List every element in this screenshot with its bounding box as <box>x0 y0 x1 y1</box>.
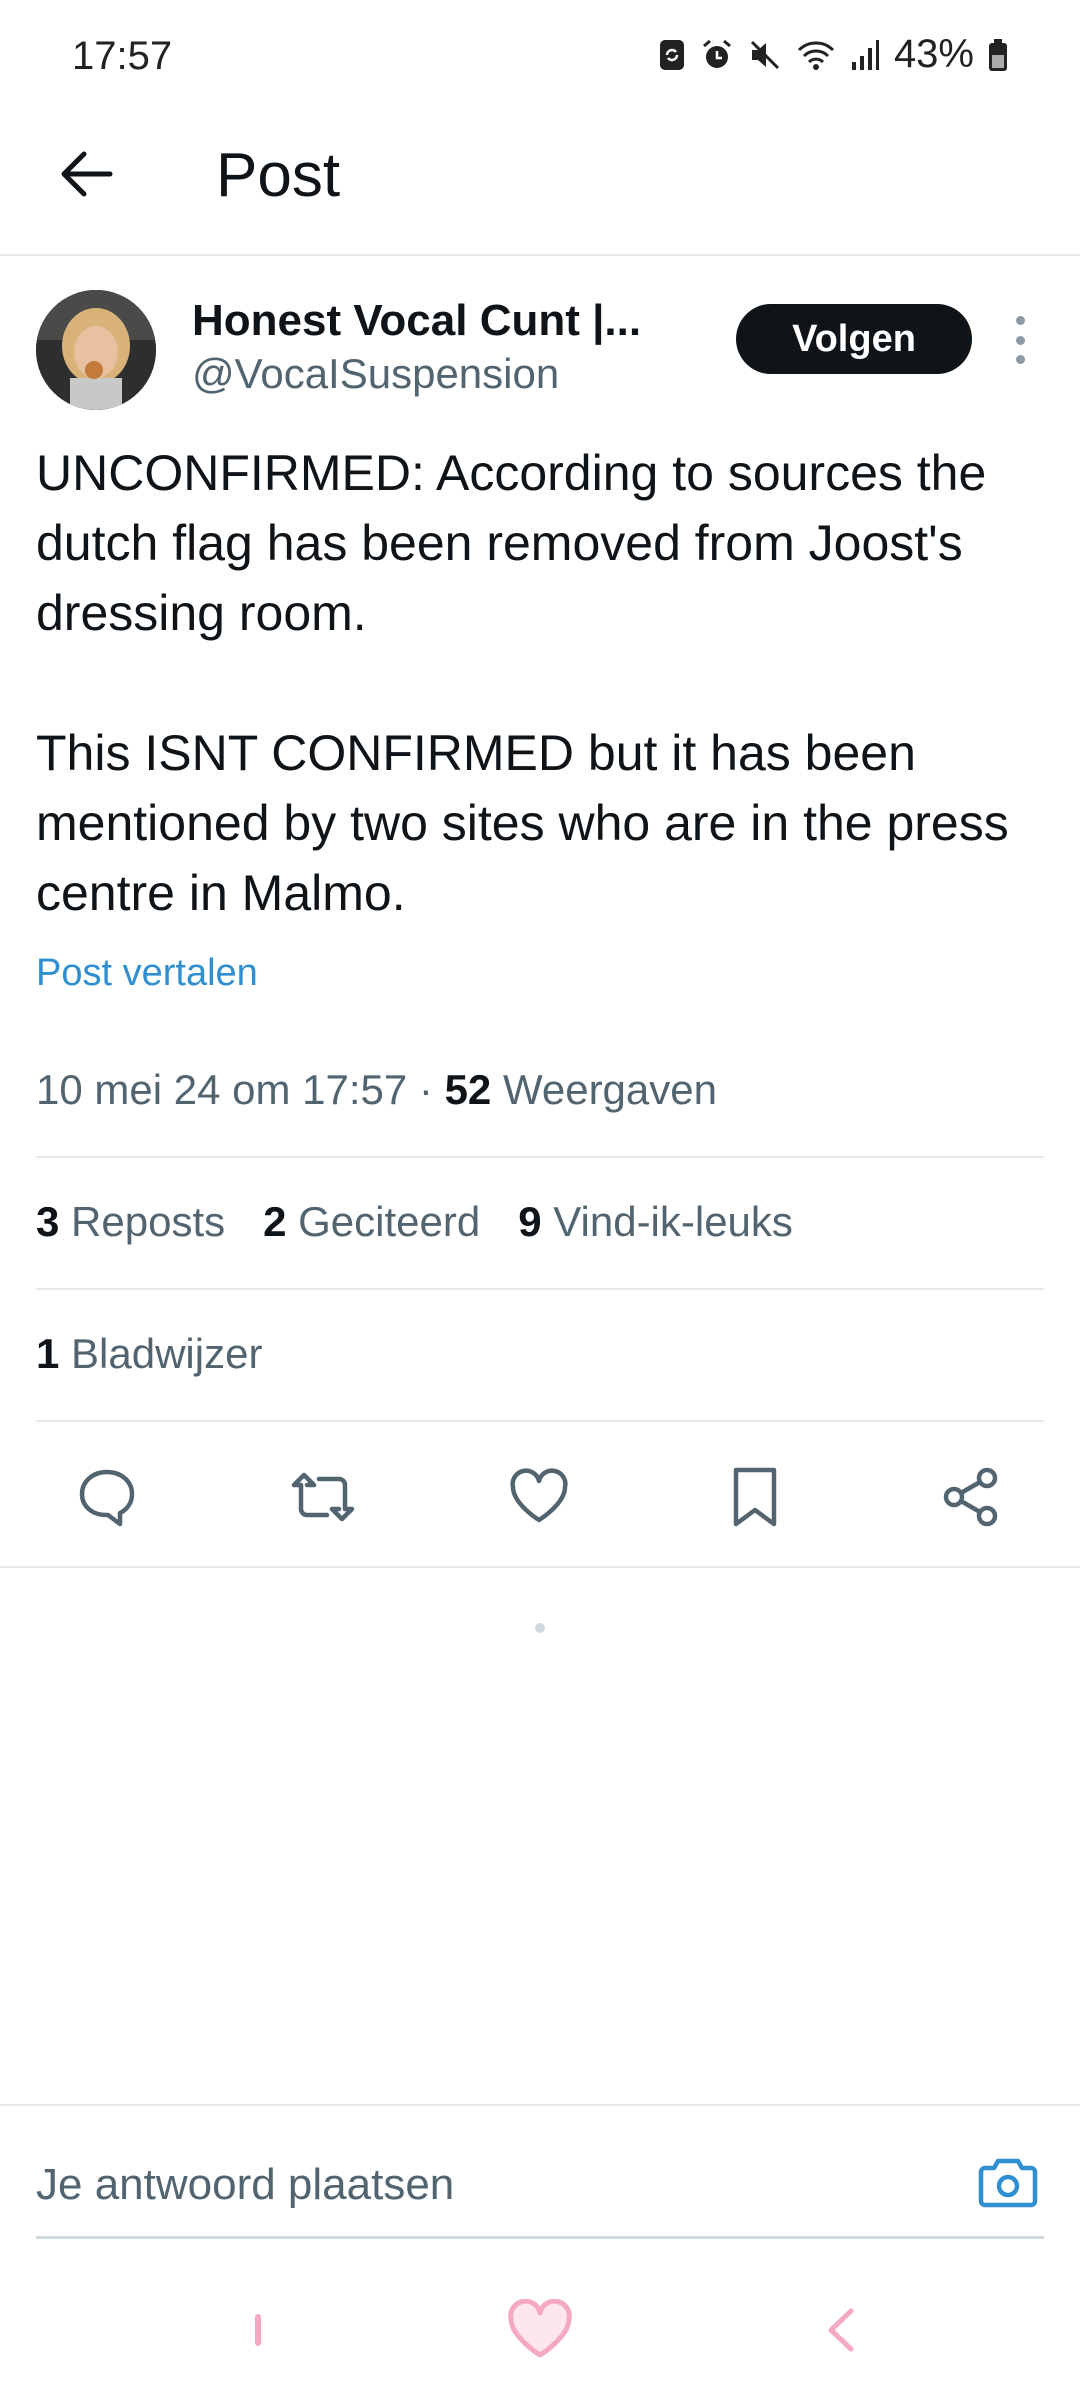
wifi-icon <box>796 38 836 72</box>
status-icons: 43% <box>658 32 1008 77</box>
back-button[interactable] <box>50 138 122 210</box>
quotes-stat[interactable]: 2 Geciteerd <box>263 1198 480 1246</box>
like-icon[interactable] <box>504 1462 574 1532</box>
stats-divider <box>36 1288 1044 1290</box>
reply-underline <box>36 2236 1044 2239</box>
home-button[interactable] <box>500 2290 580 2370</box>
battery-percent: 43% <box>893 32 974 76</box>
translate-post-link[interactable]: Post vertalen <box>36 952 258 995</box>
composer-divider <box>0 2104 1080 2106</box>
recents-button[interactable] <box>228 2300 288 2360</box>
heart-home-icon <box>508 2299 572 2358</box>
engagement-stats: 3 Reposts 2 Geciteerd 9 Vind-ik-leuks <box>36 1198 793 1246</box>
views-label: Weergaven <box>502 1066 717 1113</box>
mute-icon <box>748 38 782 72</box>
arrow-left-icon <box>61 151 113 197</box>
meta-separator: · <box>418 1066 433 1113</box>
repost-icon[interactable] <box>288 1462 358 1532</box>
reply-input[interactable] <box>36 2150 936 2220</box>
signal-icon <box>850 38 880 72</box>
likes-stat[interactable]: 9 Vind-ik-leuks <box>518 1198 793 1246</box>
bookmark-icon[interactable] <box>720 1462 790 1532</box>
reposts-stat[interactable]: 3 Reposts <box>36 1198 225 1246</box>
system-back-button[interactable] <box>810 2300 870 2360</box>
follow-button[interactable]: Volgen <box>736 304 972 374</box>
post-timestamp[interactable]: 10 mei 24 om 17:57 <box>36 1066 407 1113</box>
more-options-icon[interactable] <box>1002 316 1038 364</box>
bookmarks-divider <box>36 1420 1044 1422</box>
action-bar <box>0 1440 1080 1550</box>
share-icon[interactable] <box>936 1462 1006 1532</box>
battery-icon <box>988 38 1008 72</box>
page-title: Post <box>216 141 341 210</box>
chevron-left-icon <box>828 2308 854 2352</box>
header-divider <box>0 254 1080 256</box>
actions-divider <box>0 1566 1080 1568</box>
avatar[interactable] <box>36 290 156 410</box>
author-handle[interactable]: @VocaISuspension <box>192 350 559 398</box>
alarm-icon <box>700 38 734 72</box>
sync-icon <box>658 38 686 72</box>
post-meta: 10 mei 24 om 17:57 · 52 Weergaven <box>36 1066 717 1114</box>
author-name[interactable]: Honest Vocal Cunt |... <box>192 296 641 346</box>
reply-icon[interactable] <box>72 1462 142 1532</box>
status-time: 17:57 <box>72 34 173 78</box>
camera-icon[interactable] <box>976 2152 1040 2212</box>
recents-icon <box>255 2314 261 2346</box>
bookmarks-stat[interactable]: 1 Bladwijzer <box>36 1330 262 1378</box>
post-text: UNCONFIRMED: According to sources the du… <box>36 445 1009 921</box>
loading-indicator <box>535 1623 545 1633</box>
meta-divider <box>36 1156 1044 1158</box>
views-count: 52 <box>444 1066 492 1113</box>
